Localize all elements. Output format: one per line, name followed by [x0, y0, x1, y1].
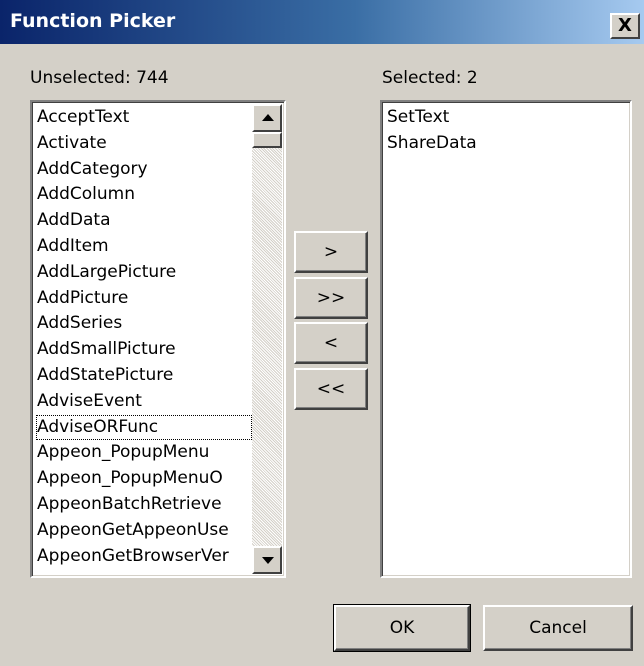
list-item[interactable]: AppeonGetBrowserVer: [36, 544, 252, 570]
arrow-down-icon: [262, 557, 274, 564]
list-item[interactable]: AppeonGetAppeonUse: [36, 518, 252, 544]
cancel-button[interactable]: Cancel: [483, 605, 633, 651]
list-item[interactable]: ShareData: [386, 131, 630, 157]
close-icon: X: [618, 15, 632, 36]
selected-count-label: Selected: 2: [382, 68, 478, 88]
scroll-up-button[interactable]: [252, 104, 282, 132]
arrow-up-icon: [262, 114, 274, 121]
close-button[interactable]: X: [610, 13, 640, 39]
list-item[interactable]: Appeon_PopupMenu: [36, 440, 252, 466]
list-item[interactable]: AddStatePicture: [36, 363, 252, 389]
scroll-thumb[interactable]: [252, 132, 282, 148]
scroll-down-button[interactable]: [252, 546, 282, 574]
list-item-focused[interactable]: AdviseORFunc: [36, 414, 252, 441]
unselected-count-label: Unselected: 744: [30, 68, 169, 88]
selected-list[interactable]: SetText ShareData: [380, 100, 632, 578]
list-item[interactable]: AddSmallPicture: [36, 337, 252, 363]
list-item[interactable]: Appeon_PopupMenuO: [36, 466, 252, 492]
list-item[interactable]: AddCategory: [36, 157, 252, 183]
vertical-scrollbar[interactable]: [252, 104, 282, 574]
title-bar[interactable]: Function Picker X: [0, 0, 644, 44]
add-selected-button[interactable]: >: [294, 231, 368, 273]
list-item[interactable]: AddLargePicture: [36, 260, 252, 286]
list-item[interactable]: AcceptText: [36, 105, 252, 131]
list-item[interactable]: AdviseEvent: [36, 389, 252, 415]
function-picker-dialog: Function Picker X Unselected: 744 Select…: [0, 0, 644, 666]
list-item[interactable]: SetText: [386, 105, 630, 131]
add-all-button[interactable]: >>: [294, 277, 368, 319]
list-item[interactable]: AddData: [36, 208, 252, 234]
list-item[interactable]: AppeonBatchRetrieve: [36, 492, 252, 518]
remove-selected-button[interactable]: <: [294, 322, 368, 364]
ok-button[interactable]: OK: [333, 604, 471, 652]
list-item[interactable]: AddPicture: [36, 286, 252, 312]
dialog-title: Function Picker: [10, 10, 176, 32]
list-item[interactable]: AddSeries: [36, 311, 252, 337]
remove-all-button[interactable]: <<: [294, 368, 368, 410]
list-item[interactable]: AddColumn: [36, 182, 252, 208]
list-item[interactable]: AddItem: [36, 234, 252, 260]
list-item[interactable]: Activate: [36, 131, 252, 157]
unselected-list[interactable]: AcceptText Activate AddCategory AddColum…: [30, 100, 286, 578]
